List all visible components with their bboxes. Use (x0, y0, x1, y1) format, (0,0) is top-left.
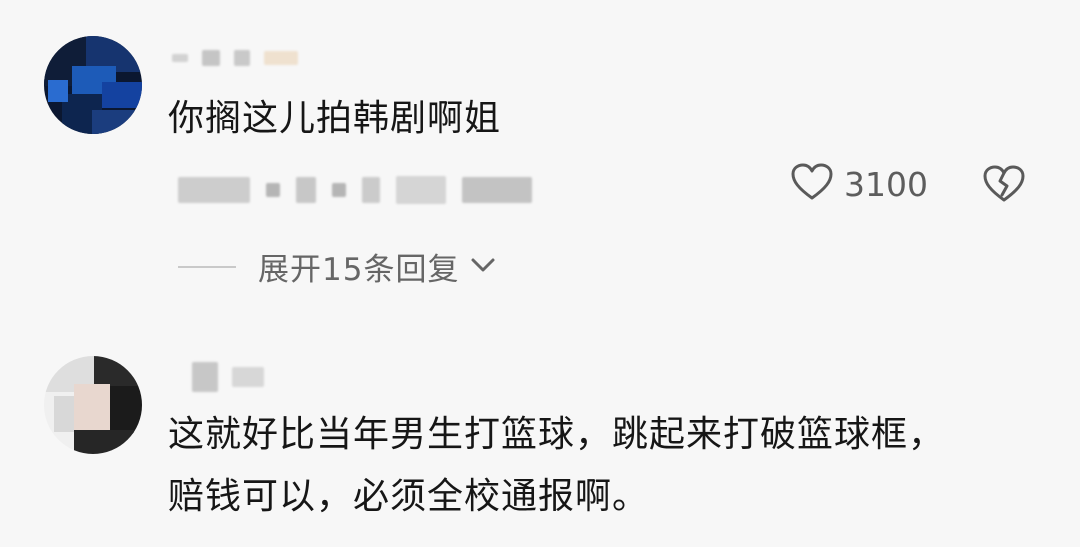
expand-replies-label: 展开15条回复 (258, 252, 460, 288)
comment-item: 这就好比当年男生打篮球，跳起来打破篮球框， 赔钱可以，必须全校通报啊。 (0, 300, 1080, 547)
comment-text-line: 赔钱可以，必须全校通报啊。 (168, 476, 650, 517)
chevron-down-icon (469, 255, 497, 279)
avatar[interactable] (44, 356, 142, 454)
comment-text: 你搁这儿拍韩剧啊姐 (168, 88, 501, 150)
dislike-button[interactable] (982, 164, 1026, 208)
avatar[interactable] (44, 36, 142, 134)
comment-item: 你搁这儿拍韩剧啊姐 3100 展开15条回复 (0, 0, 1080, 300)
comment-text: 这就好比当年男生打篮球，跳起来打破篮球框， 赔钱可以，必须全校通报啊。 (168, 404, 945, 528)
username-blurred[interactable] (192, 362, 264, 392)
expand-replies[interactable]: 展开15条回复 (178, 244, 497, 289)
broken-heart-icon (982, 165, 1026, 208)
heart-outline-icon (790, 162, 834, 206)
like-count: 3100 (844, 164, 928, 204)
like-button[interactable]: 3100 (790, 162, 928, 206)
comment-text-line: 这就好比当年男生打篮球，跳起来打破篮球框， (168, 414, 946, 455)
divider-line (178, 265, 236, 268)
comment-text-line: 你搁这儿拍韩剧啊姐 (168, 98, 502, 139)
username-blurred[interactable] (172, 50, 298, 66)
comment-meta-blurred (178, 176, 532, 204)
